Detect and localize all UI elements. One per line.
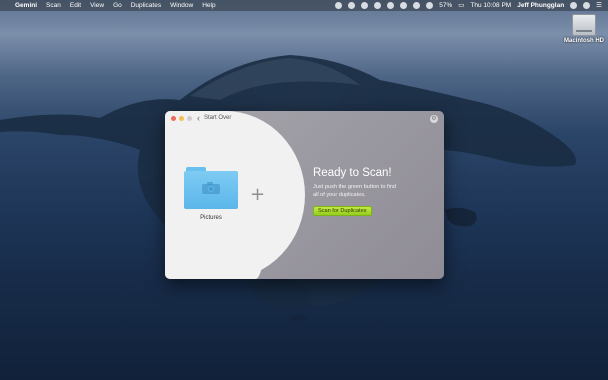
menu-duplicates[interactable]: Duplicates (131, 0, 161, 11)
window-controls (171, 116, 195, 121)
scan-for-duplicates-button[interactable]: Scan for Duplicates (313, 206, 372, 216)
cloud-icon[interactable] (361, 2, 369, 9)
folder-icon (184, 167, 238, 209)
menu-window[interactable]: Window (170, 0, 193, 11)
desktop-drive[interactable]: Macintosh HD (563, 14, 605, 44)
menu-help[interactable]: Help (202, 0, 215, 11)
airplay-icon[interactable] (387, 2, 395, 9)
status-icon-1[interactable] (335, 2, 343, 9)
gemini-window: ‹ Start Over Pictures + ⚙ Ready to Scan!… (165, 111, 444, 279)
volume-icon[interactable] (426, 2, 434, 9)
status-icon-2[interactable] (348, 2, 356, 9)
menu-go[interactable]: Go (113, 0, 122, 11)
ready-title: Ready to Scan! (313, 167, 392, 179)
add-folder-icon[interactable]: + (250, 184, 265, 205)
notification-center-icon[interactable]: ☰ (596, 0, 602, 11)
hard-drive-icon[interactable] (572, 14, 596, 36)
subtitle-line-1: Just push the green button to find (313, 184, 397, 190)
minimize-button[interactable] (179, 116, 184, 121)
menu-app-name[interactable]: Gemini (15, 0, 37, 11)
menu-view[interactable]: View (90, 0, 104, 11)
settings-icon[interactable]: ⚙ (430, 115, 438, 123)
subtitle-line-2: all of your duplicates. (313, 192, 366, 198)
menu-bar: Gemini Scan Edit View Go Duplicates Wind… (0, 0, 608, 11)
zoom-button[interactable] (187, 116, 192, 121)
user-name[interactable]: Jeff Phungglan (517, 0, 564, 11)
menu-edit[interactable]: Edit (70, 0, 81, 11)
pictures-folder[interactable]: Pictures (184, 167, 238, 221)
menu-scan[interactable]: Scan (46, 0, 61, 11)
start-over-label: Start Over (204, 115, 232, 121)
bluetooth-icon[interactable] (400, 2, 408, 9)
battery-icon[interactable]: ▭ (458, 0, 464, 11)
siri-icon[interactable] (583, 2, 591, 9)
battery-percent[interactable]: 57% (439, 0, 452, 11)
camera-icon (202, 182, 220, 194)
wifi-icon[interactable] (413, 2, 421, 9)
ready-subtitle: Just push the green button to find all o… (313, 183, 433, 199)
spotlight-icon[interactable] (570, 2, 578, 9)
folder-label: Pictures (200, 215, 222, 221)
drive-label: Macintosh HD (563, 38, 604, 44)
close-button[interactable] (171, 116, 176, 121)
status-icon-3[interactable] (374, 2, 382, 9)
start-over-button[interactable]: ‹ Start Over (197, 113, 232, 123)
clock[interactable]: Thu 10:08 PM (470, 0, 511, 11)
ready-panel: Ready to Scan! Just push the green butto… (313, 167, 433, 217)
chevron-left-icon: ‹ (197, 113, 200, 123)
